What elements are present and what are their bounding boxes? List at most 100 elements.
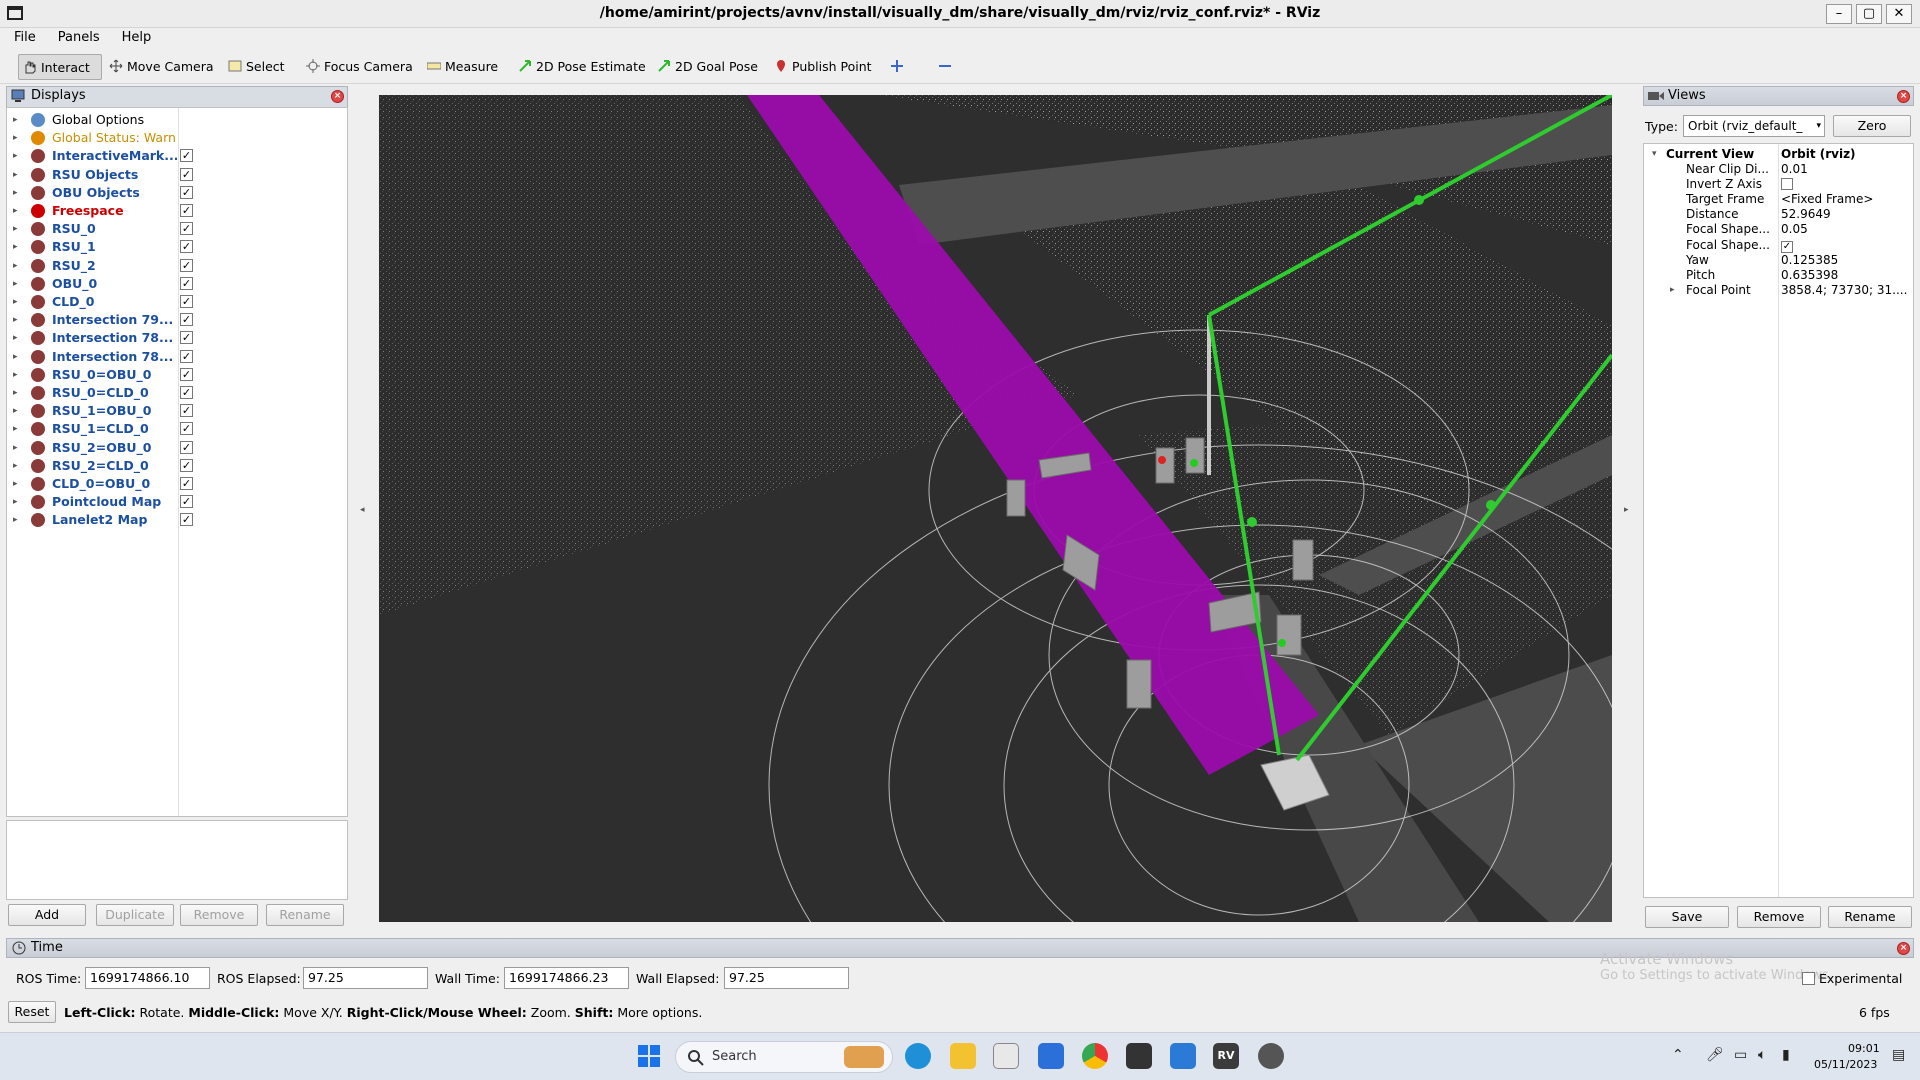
display-item[interactable]: ▸ Intersection 78... ✓	[7, 329, 347, 347]
close-button[interactable]: ✕	[1886, 4, 1912, 24]
start-icon[interactable]	[636, 1043, 662, 1069]
expand-arrow-icon[interactable]: ▸	[13, 366, 18, 384]
remove-display-button[interactable]: Remove	[180, 904, 258, 926]
rename-display-button[interactable]: Rename	[266, 904, 344, 926]
display-item[interactable]: ▸ OBU Objects ✓	[7, 184, 347, 202]
expand-arrow-icon[interactable]: ▸	[13, 238, 18, 256]
file-explorer-icon[interactable]	[950, 1043, 976, 1069]
edge-icon[interactable]	[905, 1043, 931, 1069]
chrome-icon[interactable]	[1082, 1043, 1108, 1069]
taskbar-search[interactable]: Search	[675, 1041, 893, 1073]
add-tool-button[interactable]	[886, 54, 908, 80]
expand-arrow-icon[interactable]: ▸	[13, 129, 18, 147]
remove-tool-button[interactable]	[934, 54, 956, 80]
display-item[interactable]: ▸ RSU_1=CLD_0 ✓	[7, 420, 347, 438]
display-item[interactable]: ▸ RSU Objects ✓	[7, 166, 347, 184]
network-icon[interactable]: ▭	[1734, 1047, 1747, 1063]
display-enabled-checkbox[interactable]: ✓	[180, 458, 193, 472]
experimental-checkbox[interactable]	[1802, 972, 1815, 985]
display-enabled-checkbox[interactable]: ✓	[180, 495, 193, 509]
display-item[interactable]: ▸ RSU_2=CLD_0 ✓	[7, 457, 347, 475]
expand-arrow-icon[interactable]: ▸	[13, 420, 18, 438]
close-panel-icon[interactable]: ×	[1897, 90, 1910, 103]
wall-elapsed-field[interactable]: 97.25	[724, 967, 849, 989]
expand-arrow-icon[interactable]: ▸	[13, 184, 18, 202]
app-icon[interactable]	[1258, 1043, 1284, 1069]
view-property-checkbox[interactable]: ✓	[1781, 238, 1913, 253]
zero-button[interactable]: Zero	[1833, 115, 1911, 137]
expand-arrow-icon[interactable]: ▸	[13, 348, 18, 366]
display-item[interactable]: ▸ RSU_2=OBU_0 ✓	[7, 439, 347, 457]
view-property-row[interactable]: Distance 52.9649	[1644, 207, 1914, 222]
expand-arrow-icon[interactable]: ▸	[1670, 283, 1675, 298]
display-enabled-checkbox[interactable]: ✓	[180, 167, 193, 181]
tool-move-camera[interactable]: Move Camera	[105, 54, 220, 80]
current-view-row[interactable]: ▾ Current View Orbit (rviz)	[1644, 147, 1914, 162]
display-enabled-checkbox[interactable]: ✓	[180, 313, 193, 327]
expand-arrow-icon[interactable]: ▸	[13, 402, 18, 420]
volume-icon[interactable]: 🔈︎	[1758, 1047, 1766, 1063]
tool-2d-pose-estimate[interactable]: 2D Pose Estimate	[514, 54, 652, 80]
display-enabled-checkbox[interactable]: ✓	[180, 222, 193, 236]
display-item[interactable]: ▸ Lanelet2 Map ✓	[7, 511, 347, 529]
display-enabled-checkbox[interactable]: ✓	[180, 276, 193, 290]
remove-view-button[interactable]: Remove	[1737, 906, 1821, 928]
reset-button[interactable]: Reset	[8, 1001, 56, 1023]
display-item[interactable]: ▸ RSU_0=CLD_0 ✓	[7, 384, 347, 402]
rviz-icon[interactable]: RV	[1213, 1043, 1239, 1069]
display-enabled-checkbox[interactable]: ✓	[180, 422, 193, 436]
expand-arrow-icon[interactable]: ▸	[13, 257, 18, 275]
expand-arrow-icon[interactable]: ▸	[13, 511, 18, 529]
store-icon[interactable]	[993, 1043, 1019, 1069]
view-property-row[interactable]: ▸ Focal Point 3858.4; 73730; 31....	[1644, 283, 1914, 298]
display-item[interactable]: ▸ RSU_1 ✓	[7, 238, 347, 256]
display-item[interactable]: ▸ RSU_0 ✓	[7, 220, 347, 238]
rename-view-button[interactable]: Rename	[1828, 906, 1912, 928]
expand-arrow-icon[interactable]: ▸	[13, 329, 18, 347]
battery-icon[interactable]: ▮	[1782, 1047, 1790, 1063]
display-item[interactable]: ▸ InteractiveMark... ✓	[7, 147, 347, 165]
expand-arrow-icon[interactable]: ▸	[13, 475, 18, 493]
render-viewport[interactable]	[379, 95, 1612, 922]
display-item[interactable]: ▸ Pointcloud Map ✓	[7, 493, 347, 511]
display-enabled-checkbox[interactable]: ✓	[180, 258, 193, 272]
view-property-row[interactable]: Focal Shape... 0.05	[1644, 222, 1914, 237]
display-item[interactable]: ▸ Intersection 79... ✓	[7, 311, 347, 329]
terminal-icon[interactable]	[1126, 1043, 1152, 1069]
microphone-icon[interactable]: 🎤︎	[1706, 1047, 1724, 1063]
ros-elapsed-field[interactable]: 97.25	[303, 967, 428, 989]
display-enabled-checkbox[interactable]: ✓	[180, 440, 193, 454]
minimize-button[interactable]: –	[1826, 4, 1852, 24]
add-display-button[interactable]: Add	[8, 904, 86, 926]
notification-icon[interactable]: ▤	[1892, 1047, 1905, 1063]
menu-help[interactable]: Help	[108, 28, 160, 45]
menu-panels[interactable]: Panels	[44, 28, 108, 45]
expand-arrow-icon[interactable]: ▸	[13, 457, 18, 475]
expand-arrow-icon[interactable]: ▸	[13, 111, 18, 129]
display-item[interactable]: ▸ RSU_0=OBU_0 ✓	[7, 366, 347, 384]
view-type-select[interactable]: Orbit (rviz_default_ ▾	[1683, 115, 1825, 137]
display-enabled-checkbox[interactable]: ✓	[180, 404, 193, 418]
expand-arrow-icon[interactable]: ▸	[13, 275, 18, 293]
display-enabled-checkbox[interactable]: ✓	[180, 367, 193, 381]
display-enabled-checkbox[interactable]: ✓	[180, 386, 193, 399]
display-item[interactable]: ▸ RSU_1=OBU_0 ✓	[7, 402, 347, 420]
expand-arrow-icon[interactable]: ▸	[13, 384, 18, 402]
display-enabled-checkbox[interactable]: ✓	[180, 204, 193, 217]
display-item[interactable]: ▸ RSU_2 ✓	[7, 257, 347, 275]
expand-arrow-icon[interactable]: ▸	[13, 220, 18, 238]
collapse-right-handle[interactable]: ▸	[1620, 95, 1634, 922]
view-property-row[interactable]: Focal Shape... ✓	[1644, 238, 1914, 253]
mail-icon[interactable]	[1038, 1043, 1064, 1069]
expand-arrow-icon[interactable]: ▸	[13, 202, 18, 220]
display-item[interactable]: ▸ CLD_0 ✓	[7, 293, 347, 311]
display-enabled-checkbox[interactable]: ✓	[180, 477, 193, 490]
display-item[interactable]: ▸ Global Status: Warn	[7, 129, 347, 147]
duplicate-display-button[interactable]: Duplicate	[96, 904, 174, 926]
expand-arrow-icon[interactable]: ▸	[13, 166, 18, 184]
tool-publish-point[interactable]: Publish Point	[770, 54, 878, 80]
view-property-row[interactable]: Target Frame <Fixed Frame>	[1644, 192, 1914, 207]
expand-arrow-icon[interactable]: ▸	[13, 439, 18, 457]
wall-time-field[interactable]: 1699174866.23	[504, 967, 629, 989]
expand-arrow-icon[interactable]: ▸	[13, 311, 18, 329]
